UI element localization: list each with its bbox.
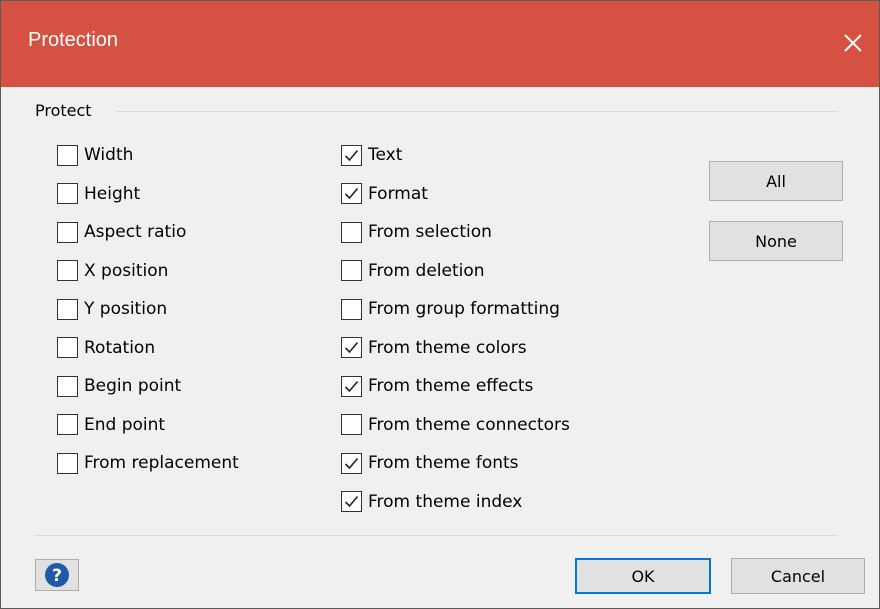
checkbox-label: Height: [84, 183, 141, 204]
checkbox-box[interactable]: [341, 221, 362, 243]
checkbox-format[interactable]: Format: [341, 182, 428, 206]
checkmark-icon: [344, 495, 359, 508]
checkbox-begin-point[interactable]: Begin point: [57, 374, 181, 398]
svg-text:?: ?: [52, 566, 62, 586]
checkbox-label: Y position: [84, 299, 168, 319]
checkbox-box[interactable]: [57, 414, 78, 435]
checkbox-label: From deletion: [368, 260, 485, 281]
checkbox-box[interactable]: [57, 221, 78, 243]
checkbox-box[interactable]: [57, 260, 78, 281]
checkbox-from-theme-index[interactable]: From theme index: [341, 490, 522, 514]
checkbox-x-position[interactable]: X position: [57, 259, 168, 283]
checkbox-from-deletion[interactable]: From deletion: [341, 259, 485, 283]
checkbox-box[interactable]: [341, 414, 362, 435]
bottom-divider: [35, 535, 837, 536]
checkbox-box[interactable]: [341, 183, 362, 204]
checkbox-label: Rotation: [84, 337, 156, 358]
checkbox-from-theme-effects[interactable]: From theme effects: [341, 374, 533, 398]
checkbox-label: From group formatting: [368, 299, 560, 319]
checkbox-label: Aspect ratio: [84, 222, 187, 242]
close-icon[interactable]: [835, 25, 871, 61]
checkbox-box[interactable]: [57, 337, 78, 358]
checkbox-box[interactable]: [341, 375, 362, 397]
checkbox-label: Format: [368, 183, 428, 204]
checkbox-box[interactable]: [57, 375, 78, 397]
checkmark-icon: [344, 380, 359, 392]
all-button[interactable]: All: [709, 161, 843, 201]
protection-dialog: Protection Protect Width Height Aspect rat…: [0, 0, 880, 609]
checkbox-from-theme-connectors[interactable]: From theme connectors: [341, 413, 570, 437]
checkbox-label: From theme fonts: [368, 453, 519, 473]
checkbox-from-selection[interactable]: From selection: [341, 220, 492, 244]
checkbox-rotation[interactable]: Rotation: [57, 336, 155, 360]
checkbox-label: From replacement: [84, 453, 239, 473]
checkbox-label: From selection: [368, 222, 492, 242]
help-icon: ?: [45, 563, 69, 587]
checkbox-label: From theme effects: [368, 376, 534, 396]
checkbox-label: From theme index: [368, 491, 523, 512]
checkbox-box[interactable]: [341, 452, 362, 474]
checkbox-y-position[interactable]: Y position: [57, 297, 167, 321]
checkbox-label: End point: [84, 414, 166, 435]
checkmark-icon: [344, 149, 359, 161]
checkmark-icon: [344, 187, 359, 200]
checkbox-label: Text: [368, 145, 403, 165]
checkbox-label: From theme colors: [368, 337, 527, 358]
none-button[interactable]: None: [709, 221, 843, 261]
checkbox-from-replacement[interactable]: From replacement: [57, 451, 239, 475]
checkbox-box[interactable]: [57, 452, 78, 474]
checkbox-aspect-ratio[interactable]: Aspect ratio: [57, 220, 186, 244]
ok-button[interactable]: OK: [575, 558, 711, 594]
protect-group-label: Protect: [35, 101, 92, 120]
checkmark-icon: [344, 457, 359, 469]
checkbox-box[interactable]: [341, 260, 362, 281]
checkbox-box[interactable]: [57, 298, 78, 320]
checkbox-height[interactable]: Height: [57, 182, 140, 206]
checkbox-label: Begin point: [84, 376, 182, 396]
checkbox-from-theme-colors[interactable]: From theme colors: [341, 336, 527, 360]
checkbox-from-group-formatting[interactable]: From group formatting: [341, 297, 560, 321]
checkbox-box[interactable]: [341, 144, 362, 166]
checkbox-label: From theme connectors: [368, 414, 570, 435]
checkmark-icon: [344, 341, 359, 354]
checkbox-box[interactable]: [341, 298, 362, 320]
checkbox-box[interactable]: [341, 337, 362, 358]
title-bar: Protection: [1, 1, 879, 87]
help-button[interactable]: ?: [35, 559, 79, 591]
cancel-button[interactable]: Cancel: [731, 558, 865, 594]
checkbox-box[interactable]: [57, 144, 78, 166]
checkbox-width[interactable]: Width: [57, 143, 133, 167]
checkbox-label: Width: [84, 145, 134, 165]
checkbox-end-point[interactable]: End point: [57, 413, 165, 437]
checkbox-text[interactable]: Text: [341, 143, 402, 167]
checkbox-label: X position: [84, 260, 169, 281]
checkbox-box[interactable]: [341, 491, 362, 512]
group-divider: [116, 111, 838, 112]
checkbox-from-theme-fonts[interactable]: From theme fonts: [341, 451, 519, 475]
checkbox-box[interactable]: [57, 183, 78, 204]
dialog-title: Protection: [28, 29, 119, 51]
